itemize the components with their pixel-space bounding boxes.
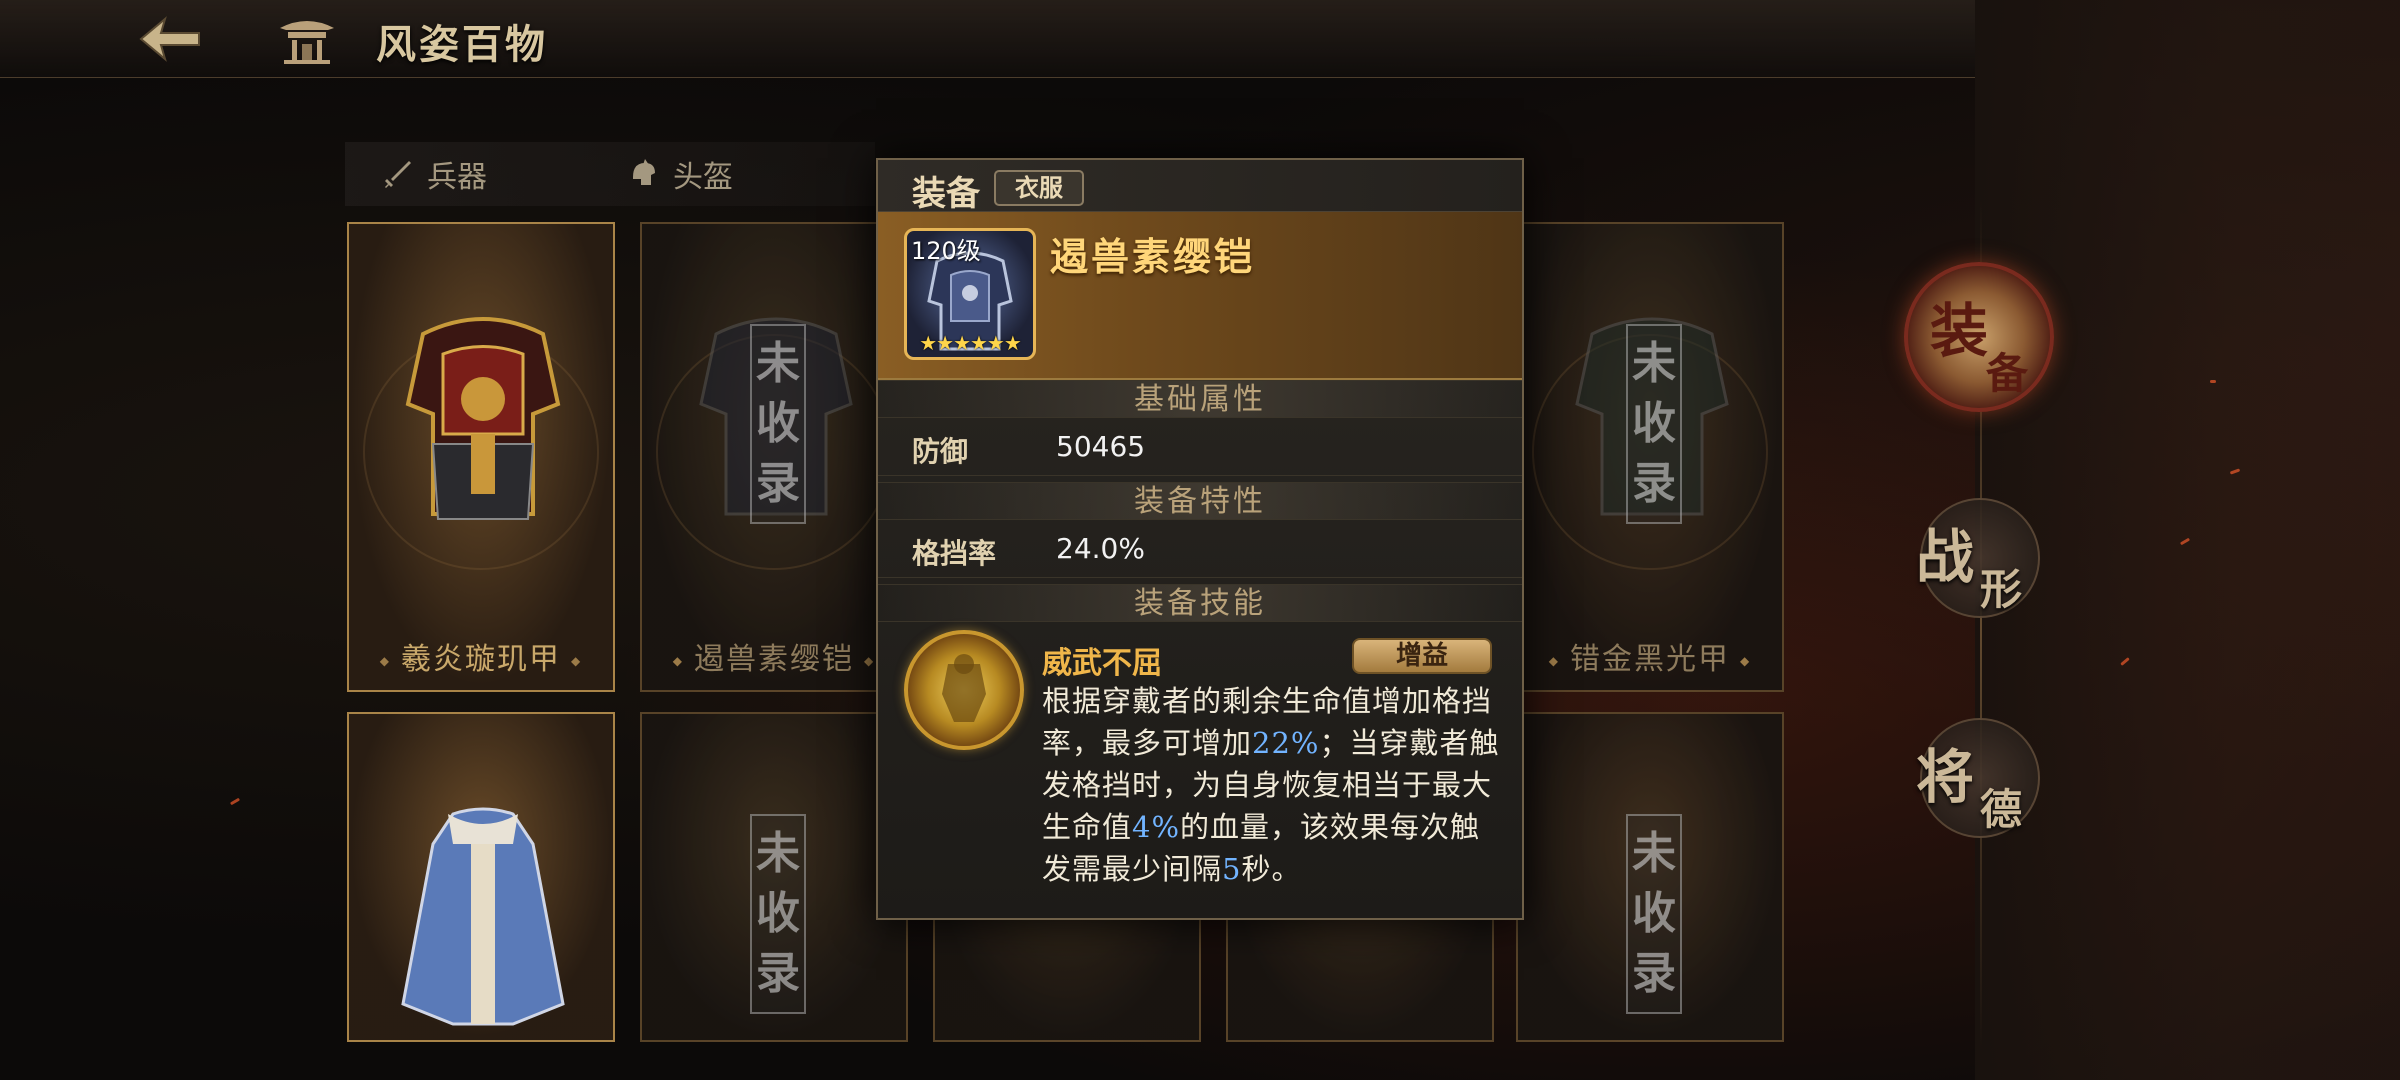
armor-image (405, 317, 561, 520)
skill-emblem-icon (904, 630, 1024, 750)
stamp-char: 录 (756, 948, 800, 999)
skill-name: 威武不屈 (1042, 646, 1162, 681)
nav-battle-form-button[interactable]: 战 形 (1916, 498, 2040, 618)
pavilion-icon (280, 21, 334, 64)
desc-highlight: 4% (1132, 810, 1181, 844)
sword-icon (385, 161, 411, 188)
not-collected-stamp: 未 收 录 (1626, 814, 1682, 1014)
armor-card[interactable]: 未 收 录 (1516, 712, 1784, 1042)
nav-char: 将 (1916, 743, 1975, 811)
warrior-icon (942, 654, 986, 722)
desc-highlight: 22% (1252, 726, 1320, 760)
stat-row-defense: 防御 50465 (878, 418, 1522, 476)
tab-weapon[interactable]: 兵器 (381, 150, 487, 198)
not-collected-stamp: 未 收 录 (750, 814, 806, 1014)
popup-header: 装备 衣服 (878, 160, 1522, 214)
stat-value: 24.0% (1056, 532, 1145, 565)
stamp-char: 录 (1632, 458, 1676, 509)
stamp-char: 未 (1632, 828, 1676, 879)
item-name: 遏兽素缨铠 (1050, 234, 1256, 279)
armor-card[interactable]: 未 收 录 遏兽素缨铠 (640, 222, 908, 692)
armor-image (401, 807, 565, 1026)
stamp-char: 未 (756, 338, 800, 389)
nav-virtue-button[interactable]: 将 德 (1916, 718, 2040, 838)
card-name: 羲炎璇玑甲 (349, 634, 613, 678)
equipment-type-badge: 衣服 (994, 170, 1084, 206)
not-collected-stamp: 未 收 录 (750, 324, 806, 524)
nav-char: 装 (1930, 297, 1989, 365)
stamp-char: 未 (1632, 338, 1676, 389)
stat-label: 防御 (912, 435, 969, 468)
nav-equipment-button[interactable]: 装 备 (1904, 262, 2054, 412)
helmet-icon (633, 159, 655, 185)
stamp-char: 未 (756, 828, 800, 879)
card-name: 错金黑光甲 (1518, 634, 1782, 678)
stamp-char: 收 (756, 398, 800, 449)
nav-char: 战 (1916, 523, 1975, 591)
stat-value: 50465 (1056, 430, 1146, 463)
nav-char: 备 (1986, 349, 2029, 398)
item-header: 120级 ★★★★★★ 遏兽素缨铠 (878, 212, 1522, 380)
section-equipment-skill: 装备技能 (878, 584, 1522, 622)
card-name: 遏兽素缨铠 (642, 634, 906, 678)
tab-helmet[interactable]: 头盔 (627, 150, 733, 198)
category-tabs: 兵器 头盔 (345, 142, 875, 206)
tab-label: 兵器 (427, 160, 487, 195)
skill-description: 根据穿戴者的剩余生命值增加格挡率，最多可增加22%；当穿戴者触发格挡时，为自身恢… (1042, 680, 1502, 890)
back-arrow-icon (139, 16, 200, 62)
stamp-char: 录 (756, 458, 800, 509)
item-portrait: 120级 ★★★★★★ (904, 228, 1036, 360)
armor-card[interactable]: 未 收 录 (640, 712, 908, 1042)
item-level: 120级 (911, 237, 981, 265)
desc-highlight: 5 (1222, 852, 1242, 886)
back-button[interactable] (130, 10, 210, 68)
desc-text: 秒。 (1241, 852, 1302, 886)
section-base-attributes: 基础属性 (878, 380, 1522, 418)
page-title: 风姿百物 (376, 21, 548, 68)
stamp-char: 收 (1632, 888, 1676, 939)
buff-tag: 增益 (1352, 638, 1492, 674)
stamp-char: 录 (1632, 948, 1676, 999)
ember-particle (2210, 380, 2216, 383)
stamp-char: 收 (1632, 398, 1676, 449)
nav-char: 形 (1980, 565, 2023, 614)
popup-kind: 装备 (912, 174, 980, 214)
stat-label: 格挡率 (912, 537, 997, 570)
scroll-fade (878, 892, 1522, 918)
nav-char: 德 (1980, 785, 2023, 834)
armor-card[interactable]: 羲炎璇玑甲 (347, 222, 615, 692)
top-bar: 风姿百物 (0, 0, 1975, 78)
stamp-char: 收 (756, 888, 800, 939)
armor-card[interactable] (347, 712, 615, 1042)
tab-label: 头盔 (673, 160, 733, 195)
star-rating: ★★★★★★ (919, 331, 1022, 355)
section-equipment-trait: 装备特性 (878, 482, 1522, 520)
stat-row-block: 格挡率 24.0% (878, 520, 1522, 578)
equipment-detail-popup[interactable]: 装备 衣服 120级 ★★★★★★ 遏兽素缨铠 基础属性 防御 50465 装备… (876, 158, 1524, 920)
armor-card[interactable]: 未 收 录 错金黑光甲 (1516, 222, 1784, 692)
not-collected-stamp: 未 收 录 (1626, 324, 1682, 524)
